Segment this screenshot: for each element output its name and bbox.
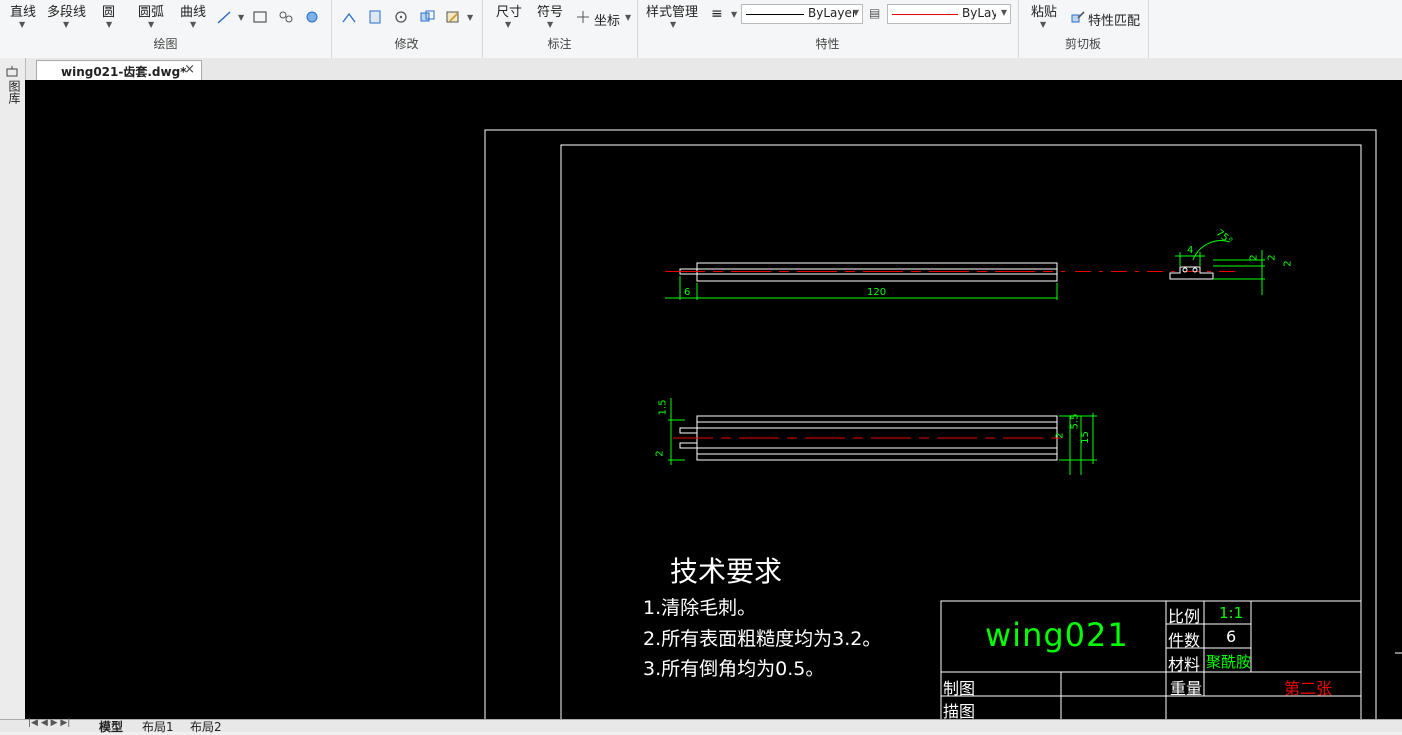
layout-tab-bar: |◀ ◀ ▶ ▶| 模型 布局1 布局2: [0, 718, 1402, 735]
linetype-value: ByLayer: [808, 6, 857, 20]
hatch-tool-icon[interactable]: [278, 10, 294, 24]
title-block-name: wing021: [985, 616, 1129, 654]
ribbon-group-draw: 直线 ▼ 多段线 ▼ 圆 ▼ 圆弧 ▼ 曲线 ▼ ▼ 绘图: [0, 0, 332, 58]
modify-group-label: 修改: [394, 37, 419, 51]
dim-side-h3: 2: [1282, 260, 1294, 267]
edit-icon[interactable]: [445, 10, 461, 24]
dim-side-width: 4: [1187, 245, 1194, 256]
side-panel-strip: 图库: [0, 58, 26, 731]
linetype-dropdown[interactable]: ByLayer ▼: [741, 4, 863, 24]
paste-button[interactable]: 粘贴: [1031, 1, 1057, 20]
line-button[interactable]: 直线: [10, 1, 36, 20]
drawn-by-label: 制图: [943, 679, 976, 698]
sheet-label: 第二张: [1284, 679, 1333, 698]
ribbon-group-clipboard: 粘贴 ▼ 特性匹配 剪切板: [1018, 0, 1149, 58]
ribbon-group-annotate: 尺寸 ▼ 符号 ▼ 坐标 ▼ 标注: [482, 0, 638, 58]
side-view: [1169, 266, 1214, 280]
document-tab[interactable]: wing021-齿套.dwg* ×: [36, 60, 202, 81]
layout-tab-model[interactable]: 模型: [99, 718, 123, 735]
tech-req-item-3: 3.所有倒角均为0.5。: [643, 658, 825, 680]
arc-button[interactable]: 圆弧: [138, 1, 164, 20]
dimension-button[interactable]: 尺寸: [496, 1, 522, 20]
region-tool-icon[interactable]: [304, 10, 320, 24]
clipboard-group-label: 剪切板: [1064, 37, 1101, 51]
tech-req-title: 技术要求: [670, 555, 783, 588]
line-tool-icon[interactable]: [216, 10, 232, 24]
dim-top-d: 2: [1054, 432, 1066, 439]
count-label: 件数: [1168, 631, 1201, 650]
dim-side-h2: 2: [1266, 254, 1278, 261]
dim-side-h1: 2: [1248, 254, 1260, 261]
scale-value: 1:1: [1219, 604, 1244, 622]
dim-front-length: 120: [867, 287, 887, 298]
dim-top-c: 5.5: [1069, 413, 1081, 430]
front-dimensions: [665, 276, 1058, 300]
rotate-icon[interactable]: [393, 10, 409, 24]
material-label: 材料: [1168, 655, 1201, 674]
rectangle-tool-icon[interactable]: [252, 10, 268, 24]
draw-group-label: 绘图: [153, 37, 178, 51]
first-layout-icon[interactable]: |◀ ◀ ▶ ▶|: [28, 718, 70, 728]
ribbon-group-properties: 样式管理 ▼ ≡ ▼ ByLayer ▼ ▤ ByLayer ▼ 特性: [637, 0, 1019, 58]
dim-top-e: 15: [1079, 431, 1091, 444]
coordinate-icon[interactable]: [575, 10, 591, 24]
color-value: ByLayer: [962, 6, 996, 20]
traced-by-label: 描图: [943, 702, 976, 719]
annotate-group-label: 标注: [547, 37, 572, 51]
layout-tab-layout1[interactable]: 布局1: [142, 718, 174, 735]
close-tab-icon[interactable]: ×: [184, 62, 195, 77]
coordinate-button[interactable]: 坐标: [594, 10, 620, 29]
ribbon-group-modify: ▼ 修改: [331, 0, 483, 58]
dim-front-left: 6: [684, 287, 691, 298]
color-dropdown[interactable]: ByLayer ▼: [887, 4, 1011, 24]
top-view: [679, 415, 1058, 461]
style-manager-button[interactable]: 样式管理: [646, 1, 698, 20]
count-value: 6: [1226, 627, 1237, 646]
symbol-button[interactable]: 符号: [537, 1, 563, 20]
polyline-button[interactable]: 多段线: [47, 1, 86, 20]
array-icon[interactable]: [419, 10, 435, 24]
mirror-icon[interactable]: [367, 10, 383, 24]
document-tab-bar: wing021-齿套.dwg* ×: [0, 58, 1402, 81]
offset-icon[interactable]: [341, 10, 357, 24]
pin-icon[interactable]: [5, 66, 19, 78]
scale-label: 比例: [1168, 607, 1201, 626]
dim-top-b: 2: [654, 450, 666, 457]
dim-top-a: 1.5: [657, 399, 669, 416]
curve-button[interactable]: 曲线: [180, 1, 206, 20]
weight-label: 重量: [1170, 679, 1203, 698]
material-value: 聚酰胺: [1206, 653, 1252, 671]
properties-group-label: 特性: [815, 37, 840, 51]
lineweight-icon[interactable]: ≡: [711, 6, 723, 22]
layout-tab-layout2[interactable]: 布局2: [190, 718, 222, 735]
match-properties-button[interactable]: 特性匹配: [1088, 10, 1140, 29]
top-dimensions: [668, 398, 1097, 475]
library-panel-label[interactable]: 图库: [6, 80, 23, 104]
circle-button[interactable]: 圆: [102, 1, 115, 20]
match-properties-icon[interactable]: [1070, 10, 1086, 24]
document-tab-title: wing021-齿套.dwg*: [61, 65, 187, 79]
lineweight-list-icon[interactable]: ▤: [869, 6, 880, 20]
tech-req-item-2: 2.所有表面粗糙度均为3.2。: [643, 628, 882, 650]
tech-req-item-1: 1.清除毛刺。: [643, 597, 757, 619]
drawing-canvas[interactable]: 6 120 4 75° 2 2 2 1.5 2 5.5 2 15 技术要求 1.…: [25, 80, 1402, 719]
ribbon: 直线 ▼ 多段线 ▼ 圆 ▼ 圆弧 ▼ 曲线 ▼ ▼ 绘图 ▼ 修改 尺寸 ▼ …: [0, 0, 1402, 59]
